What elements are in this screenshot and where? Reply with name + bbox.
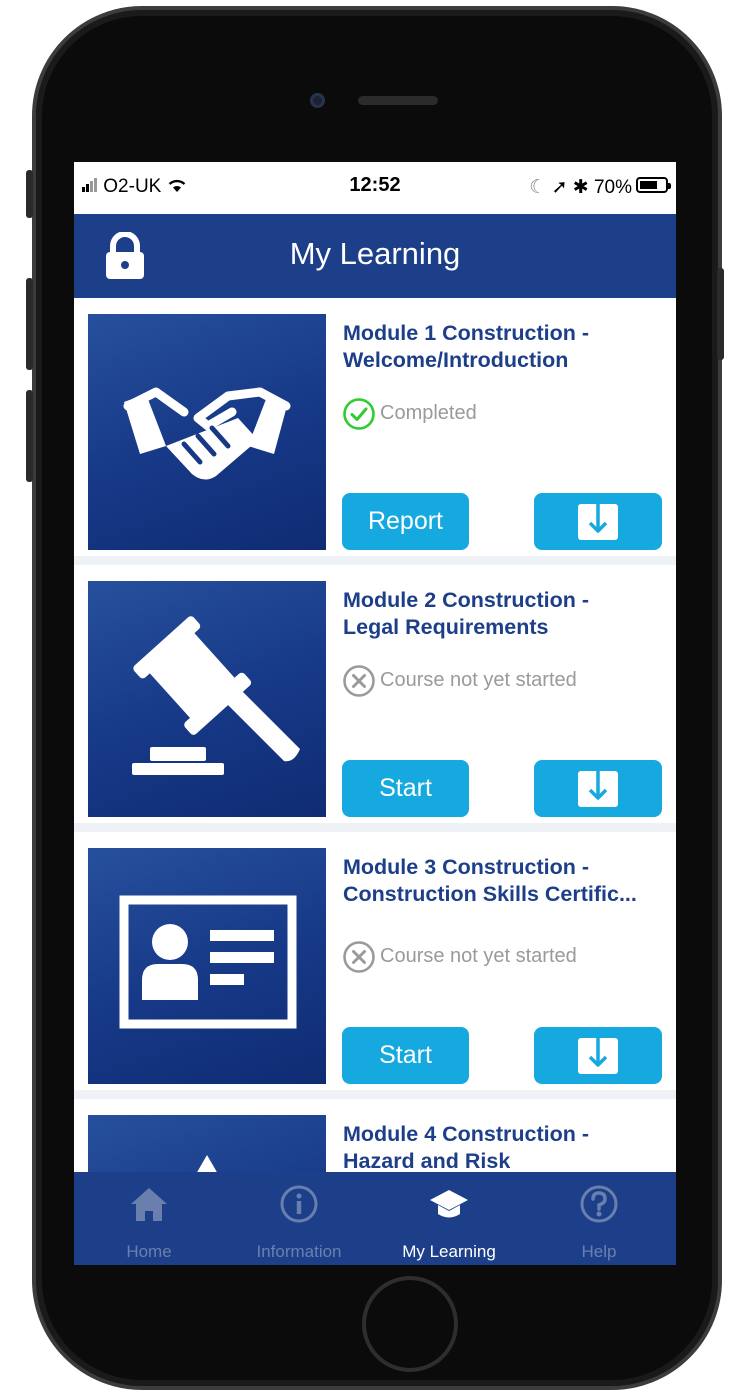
module-card[interactable]: Module 3 Construction - Construction Ski…: [74, 832, 676, 1090]
module-status-text: Completed: [380, 402, 477, 424]
warning-icon: [197, 1155, 217, 1172]
tab-label: Information: [256, 1242, 342, 1261]
download-icon: [578, 504, 618, 540]
module-thumbnail[interactable]: [88, 848, 326, 1084]
moon-icon: ☾: [529, 177, 547, 198]
report-button[interactable]: Report: [342, 493, 469, 550]
app-screen: O2-UK 12:52 ☾ ➚ ✱ 70% My Learning Module…: [74, 162, 676, 1265]
check-circle-icon: [343, 397, 375, 430]
module-title-line1: Module 2 Construction -: [343, 588, 590, 612]
status-bar: O2-UK 12:52 ☾ ➚ ✱ 70%: [74, 162, 676, 214]
status-right: ☾ ➚ ✱ 70%: [529, 176, 632, 199]
graduation-cap-icon: [430, 1190, 468, 1218]
start-button[interactable]: Start: [342, 1027, 469, 1084]
module-status-text: Course not yet started: [380, 945, 577, 967]
module-title-line2: Legal Requirements: [343, 615, 549, 639]
module-card[interactable]: Module 4 Construction - Hazard and Risk: [74, 1099, 676, 1172]
download-button[interactable]: [534, 760, 662, 817]
volume-up-button: [26, 278, 33, 370]
gavel-icon: [132, 616, 300, 775]
download-button[interactable]: [534, 1027, 662, 1084]
earpiece-speaker: [358, 96, 438, 105]
module-thumbnail[interactable]: [88, 314, 326, 550]
help-icon: [580, 1185, 618, 1223]
page-title: My Learning: [289, 236, 461, 271]
tab-label: My Learning: [402, 1242, 496, 1261]
tab-information[interactable]: Information: [224, 1172, 374, 1265]
tab-label: Help: [581, 1242, 617, 1261]
module-title-line2: Welcome/Introduction: [343, 348, 569, 372]
module-title-line1: Module 1 Construction -: [343, 321, 590, 345]
info-icon: [280, 1185, 318, 1223]
x-circle-icon: [343, 664, 375, 697]
module-title[interactable]: Module 2 Construction - Legal Requiremen…: [343, 587, 673, 641]
tab-my-learning[interactable]: My Learning: [374, 1172, 524, 1265]
battery-icon: [636, 177, 671, 193]
home-hardware-button[interactable]: [362, 1276, 458, 1372]
module-card[interactable]: Module 1 Construction - Welcome/Introduc…: [74, 298, 676, 556]
module-thumbnail[interactable]: [88, 581, 326, 817]
tab-help[interactable]: Help: [524, 1172, 674, 1265]
download-icon: [578, 1038, 618, 1074]
module-title-line1: Module 4 Construction -: [343, 1122, 590, 1146]
module-title-line2: Construction Skills Certific...: [343, 882, 637, 906]
module-status-text: Course not yet started: [380, 669, 577, 691]
header-bar: My Learning: [74, 214, 676, 298]
tab-label: Home: [126, 1242, 172, 1261]
module-status: Completed: [342, 395, 477, 431]
download-icon: [578, 771, 618, 807]
home-icon: [131, 1188, 167, 1221]
power-button: [717, 268, 724, 360]
module-status: Course not yet started: [342, 938, 577, 974]
x-circle-icon: [343, 940, 375, 973]
battery-percent: 70%: [593, 177, 632, 198]
module-title[interactable]: Module 1 Construction - Welcome/Introduc…: [343, 320, 673, 374]
mute-switch: [26, 170, 33, 218]
module-title[interactable]: Module 3 Construction - Construction Ski…: [343, 854, 673, 908]
download-button[interactable]: [534, 493, 662, 550]
location-icon: ➚: [551, 177, 568, 198]
tab-bar: Home Information My Learning Help: [74, 1172, 676, 1265]
front-camera: [310, 93, 325, 108]
id-card-icon: [119, 895, 297, 1029]
module-thumbnail[interactable]: [88, 1115, 326, 1172]
module-status: Course not yet started: [342, 662, 577, 698]
handshake-icon: [123, 387, 291, 480]
volume-down-button: [26, 390, 33, 482]
module-title-line2: Hazard and Risk: [343, 1149, 511, 1172]
start-button[interactable]: Start: [342, 760, 469, 817]
module-list[interactable]: Module 1 Construction - Welcome/Introduc…: [74, 298, 676, 1172]
module-title-line1: Module 3 Construction -: [343, 855, 590, 879]
tab-home[interactable]: Home: [74, 1172, 224, 1265]
module-card[interactable]: Module 2 Construction - Legal Requiremen…: [74, 565, 676, 823]
module-title[interactable]: Module 4 Construction - Hazard and Risk: [343, 1121, 673, 1172]
bluetooth-icon: ✱: [572, 177, 589, 198]
